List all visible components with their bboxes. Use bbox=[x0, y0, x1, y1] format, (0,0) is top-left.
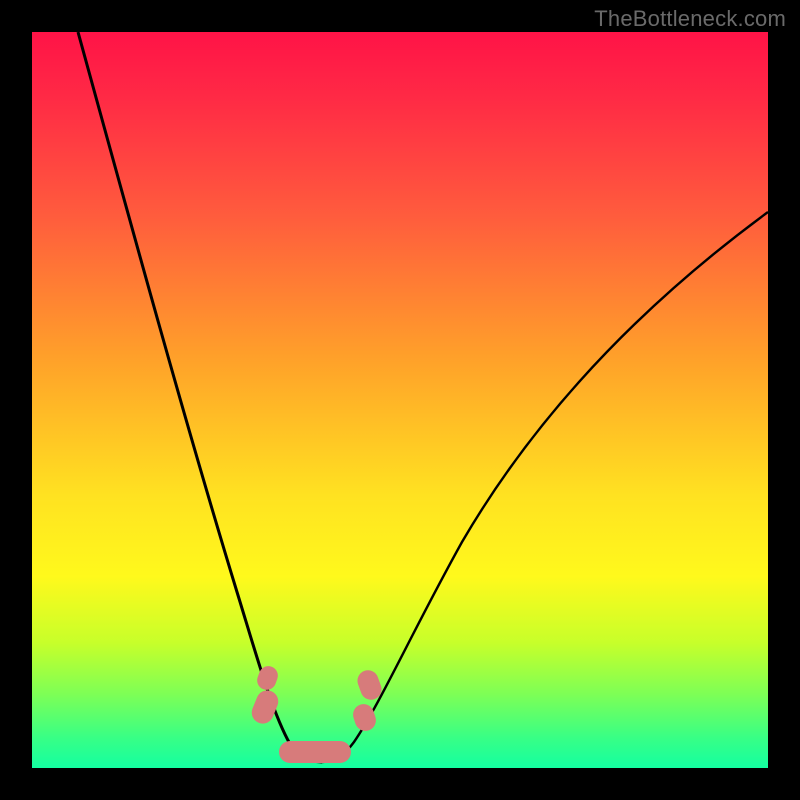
curve-left-arm bbox=[78, 32, 322, 762]
valley-marker-bottom bbox=[279, 741, 351, 763]
bottleneck-plot bbox=[32, 32, 768, 768]
bottleneck-curve bbox=[32, 32, 768, 768]
watermark-text: TheBottleneck.com bbox=[594, 6, 786, 32]
stage: TheBottleneck.com bbox=[0, 0, 800, 800]
curve-right-arm bbox=[322, 212, 768, 762]
